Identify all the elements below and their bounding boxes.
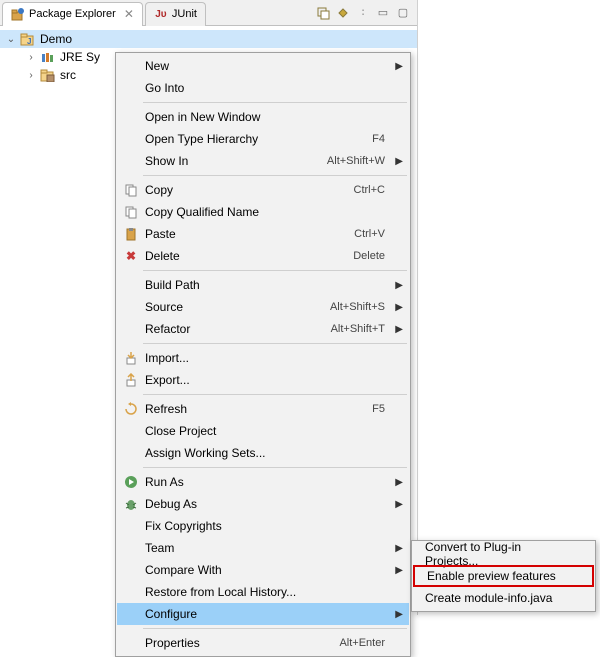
expand-icon[interactable]: › (24, 70, 38, 81)
export-icon (119, 373, 143, 387)
run-icon (119, 475, 143, 489)
menu-assign-working-sets[interactable]: Assign Working Sets... (117, 442, 409, 464)
menu-debug-as[interactable]: Debug As▶ (117, 493, 409, 515)
delete-icon: ✖ (119, 249, 143, 263)
menu-separator (143, 467, 407, 468)
menu-refresh[interactable]: RefreshF5 (117, 398, 409, 420)
paste-icon (119, 227, 143, 241)
menu-source[interactable]: SourceAlt+Shift+S▶ (117, 296, 409, 318)
submenu-create-module-info[interactable]: Create module-info.java (413, 587, 594, 609)
menu-build-path[interactable]: Build Path▶ (117, 274, 409, 296)
menu-separator (143, 394, 407, 395)
junit-icon: Jυ (154, 7, 168, 21)
tab-package-explorer[interactable]: Package Explorer ✕ (2, 2, 143, 26)
submenu-arrow-icon: ▶ (395, 302, 403, 313)
menu-run-as[interactable]: Run As▶ (117, 471, 409, 493)
copy-qualified-icon (119, 205, 143, 219)
submenu-convert-plugin[interactable]: Convert to Plug-in Projects... (413, 543, 594, 565)
project-icon: J (20, 32, 36, 46)
menu-separator (143, 628, 407, 629)
package-explorer-icon (11, 7, 25, 21)
close-tab-icon[interactable]: ✕ (124, 7, 134, 21)
menu-refactor[interactable]: RefactorAlt+Shift+T▶ (117, 318, 409, 340)
tab-bar: Package Explorer ✕ Jυ JUnit ∶ ▭ ▢ (0, 0, 417, 26)
submenu-arrow-icon: ▶ (395, 156, 403, 167)
menu-separator (143, 343, 407, 344)
menu-separator (143, 102, 407, 103)
refresh-icon (119, 402, 143, 416)
menu-copy[interactable]: CopyCtrl+C (117, 179, 409, 201)
submenu-arrow-icon: ▶ (395, 609, 403, 620)
view-menu-icon[interactable]: ∶ (355, 5, 371, 21)
menu-paste[interactable]: PasteCtrl+V (117, 223, 409, 245)
submenu-arrow-icon: ▶ (395, 543, 403, 554)
submenu-arrow-icon: ▶ (395, 499, 403, 510)
menu-show-in[interactable]: Show InAlt+Shift+W▶ (117, 150, 409, 172)
menu-fix-copyrights[interactable]: Fix Copyrights (117, 515, 409, 537)
svg-text:J: J (27, 37, 31, 46)
tree-label: Demo (38, 32, 72, 46)
submenu-enable-preview[interactable]: Enable preview features (413, 565, 594, 587)
debug-icon (119, 497, 143, 511)
menu-open-new-window[interactable]: Open in New Window (117, 106, 409, 128)
menu-separator (143, 270, 407, 271)
submenu-arrow-icon: ▶ (395, 565, 403, 576)
view-toolbar: ∶ ▭ ▢ (315, 5, 417, 21)
tab-label: Package Explorer (29, 8, 116, 20)
menu-properties[interactable]: PropertiesAlt+Enter (117, 632, 409, 654)
maximize-icon[interactable]: ▢ (395, 5, 411, 21)
expand-icon[interactable]: ⌄ (4, 34, 18, 45)
context-menu: New▶ Go Into Open in New Window Open Typ… (115, 52, 411, 657)
menu-configure[interactable]: Configure▶ (117, 603, 409, 625)
minimize-icon[interactable]: ▭ (375, 5, 391, 21)
menu-new[interactable]: New▶ (117, 55, 409, 77)
import-icon (119, 351, 143, 365)
copy-icon (119, 183, 143, 197)
menu-open-type-hierarchy[interactable]: Open Type HierarchyF4 (117, 128, 409, 150)
collapse-all-icon[interactable] (315, 5, 331, 21)
link-editor-icon[interactable] (335, 5, 351, 21)
menu-import[interactable]: Import... (117, 347, 409, 369)
tab-junit[interactable]: Jυ JUnit (145, 2, 206, 26)
menu-separator (143, 175, 407, 176)
menu-close-project[interactable]: Close Project (117, 420, 409, 442)
configure-submenu: Convert to Plug-in Projects... Enable pr… (411, 540, 596, 612)
menu-export[interactable]: Export... (117, 369, 409, 391)
menu-copy-qualified[interactable]: Copy Qualified Name (117, 201, 409, 223)
tree-project-demo[interactable]: ⌄ J Demo (0, 30, 417, 48)
menu-go-into[interactable]: Go Into (117, 77, 409, 99)
tab-label: JUnit (172, 8, 197, 20)
menu-delete[interactable]: ✖DeleteDelete (117, 245, 409, 267)
menu-compare-with[interactable]: Compare With▶ (117, 559, 409, 581)
expand-icon[interactable]: › (24, 52, 38, 63)
submenu-arrow-icon: ▶ (395, 477, 403, 488)
menu-team[interactable]: Team▶ (117, 537, 409, 559)
submenu-arrow-icon: ▶ (395, 324, 403, 335)
tree-label: JRE Sy (58, 50, 100, 64)
submenu-arrow-icon: ▶ (395, 61, 403, 72)
library-icon (40, 50, 56, 64)
source-folder-icon (40, 68, 56, 82)
tree-label: src (58, 68, 76, 82)
menu-restore-local-history[interactable]: Restore from Local History... (117, 581, 409, 603)
submenu-arrow-icon: ▶ (395, 280, 403, 291)
